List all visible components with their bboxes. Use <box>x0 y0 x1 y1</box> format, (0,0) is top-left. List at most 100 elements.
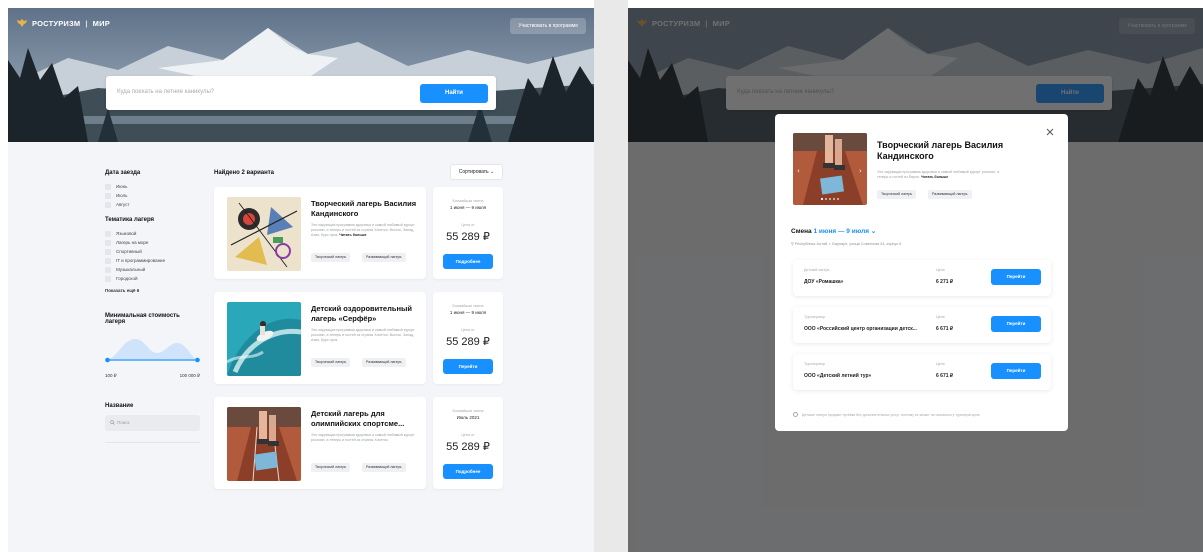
name-filter-title: Название <box>105 403 134 409</box>
go-button[interactable]: Перейти <box>991 316 1041 332</box>
organizer-row: Туроператор ООО «Детский летний тур» Цен… <box>793 354 1051 390</box>
camp-tag[interactable]: Творческий лагерь <box>877 190 917 199</box>
sort-button[interactable]: Сортировать ⌄ <box>450 164 503 180</box>
name-search-input[interactable]: Поиск <box>105 415 200 431</box>
camp-tag[interactable]: Творческий лагерь <box>311 358 351 367</box>
read-more-link[interactable]: Читать больше <box>921 175 948 179</box>
month-checkbox[interactable]: Июль <box>105 191 200 200</box>
logo[interactable]: РОСТУРИЗМ | МИР <box>16 18 110 28</box>
name-search-placeholder: Поиск <box>117 420 130 425</box>
theme-checkbox[interactable]: IT и программирование <box>105 256 200 265</box>
theme-checkbox[interactable]: Музыкальный <box>105 265 200 274</box>
camp-description: Это чарующая программа здоровья и самый … <box>311 223 419 238</box>
checkbox-icon <box>105 266 111 273</box>
organizer-type: Туроператор <box>804 362 826 366</box>
organizer-name: ООО «Российский центр организации детск.… <box>804 326 917 332</box>
camp-card[interactable]: Детский оздоровительный лагерь «Серфёр» … <box>214 292 426 384</box>
price-panel: Ближайшая смена Июль 2021 Цена от 55 289… <box>433 397 503 489</box>
camp-tag[interactable]: Творческий лагерь <box>311 463 351 472</box>
info-icon <box>793 412 798 417</box>
svg-text:›: › <box>859 167 862 175</box>
info-note: Детские лагеря продают путёвки без допол… <box>793 412 979 417</box>
range-handle-max[interactable] <box>195 357 200 363</box>
camp-detail-screen: РОСТУРИЗМ | МИР Участвовать в программе … <box>628 8 1203 552</box>
checkbox-icon <box>105 192 111 199</box>
price-max: 100 000 ₽ <box>179 373 200 378</box>
checkbox-icon <box>105 275 111 282</box>
checkbox-icon <box>105 201 111 208</box>
camp-image-surfer <box>227 302 301 376</box>
details-button[interactable]: Подробнее <box>443 254 493 269</box>
price-label: Цена от <box>461 433 475 437</box>
search-input[interactable]: Куда поехать на летние каникулы? <box>117 89 214 95</box>
theme-checkbox[interactable]: Языковой <box>105 229 200 238</box>
chevron-down-icon: ⌄ <box>490 169 495 175</box>
price-panel: Ближайшая смена 1 июня — 9 июля Цена от … <box>433 292 503 384</box>
camp-tag[interactable]: Развивающий лагерь <box>362 463 406 472</box>
close-icon[interactable] <box>1046 128 1054 136</box>
organizer-type: Туроператор <box>804 315 826 319</box>
checkbox-label: Лагерь на море <box>116 240 149 245</box>
camp-photo-carousel[interactable]: ‹ › <box>793 133 867 205</box>
organizer-price-label: Цена <box>936 315 945 319</box>
search-icon <box>110 420 115 425</box>
camp-card[interactable]: Детский лагерь для олимпийских спортсме.… <box>214 397 426 489</box>
search-button[interactable]: Найти <box>420 84 488 103</box>
read-more-link[interactable]: Читать больше <box>339 233 366 237</box>
camp-title[interactable]: Детский оздоровительный лагерь «Серфёр» <box>311 304 421 323</box>
brand-name: РОСТУРИЗМ <box>32 18 81 28</box>
range-handle-min[interactable] <box>105 357 110 363</box>
price-value: 55 289 ₽ <box>446 441 490 453</box>
month-checkbox[interactable]: Июнь <box>105 182 200 191</box>
camp-tag[interactable]: Развивающий лагерь <box>928 190 972 199</box>
month-checkbox[interactable]: Август <box>105 200 200 209</box>
camp-title[interactable]: Детский лагерь для олимпийских спортсме.… <box>311 409 421 428</box>
shift-value: 1 июня — 9 июля <box>813 228 870 235</box>
go-button[interactable]: Перейти <box>991 363 1041 379</box>
results-count: Найдено 2 варианта <box>214 170 274 176</box>
organizer-price-label: Цена <box>936 362 945 366</box>
address-text: Республика Алтай, г. Барнаул, улица Сове… <box>794 242 902 246</box>
organizer-name: ДОУ «Ромашка» <box>804 279 844 285</box>
camp-description: Это чарующая программа здоровья и самый … <box>311 433 415 442</box>
theme-filter-title: Тематика лагеря <box>105 217 155 223</box>
checkbox-label: IT и программирование <box>116 258 166 263</box>
checkbox-label: Июль <box>116 193 128 198</box>
camp-card[interactable]: Творческий лагерь Василия Кандинского Эт… <box>214 187 426 279</box>
location-pin-icon: ⚲ <box>791 242 794 246</box>
date-filter-title: Дата заезда <box>105 170 141 176</box>
price-label: Цена от <box>461 223 475 227</box>
top-bar: РОСТУРИЗМ | МИР Участвовать в программе <box>8 8 594 36</box>
checkbox-icon <box>105 239 111 246</box>
checkbox-label: Спортивный <box>116 249 142 254</box>
camp-title[interactable]: Творческий лагерь Василия Кандинского <box>311 199 421 218</box>
theme-checkbox[interactable]: Лагерь на море <box>105 238 200 247</box>
organizer-name: ООО «Детский летний тур» <box>804 373 872 379</box>
checkbox-label: Городской <box>116 276 138 281</box>
price-filter-title: Минимальная стоимость лагеря <box>105 313 180 325</box>
checkbox-icon <box>105 248 111 255</box>
modal-description: Это чарующая программа здоровья и самый … <box>877 170 1007 180</box>
info-note-text: Детские лагеря продают путёвки без допол… <box>802 412 980 417</box>
sort-label: Сортировать <box>458 169 489 175</box>
details-button[interactable]: Подробнее <box>443 464 493 479</box>
camp-tag[interactable]: Развивающий лагерь <box>362 358 406 367</box>
theme-checkbox[interactable]: Спортивный <box>105 247 200 256</box>
show-more-link[interactable]: Показать ещё 6 <box>105 288 200 293</box>
shift-dates: 1 июня — 9 июля <box>449 310 487 315</box>
go-button[interactable]: Перейти <box>991 269 1041 285</box>
theme-checkbox[interactable]: Городской <box>105 274 200 283</box>
checkbox-label: Музыкальный <box>116 267 146 272</box>
participate-button[interactable]: Участвовать в программе <box>510 18 586 34</box>
go-button[interactable]: Перейти <box>443 359 493 374</box>
shift-selector[interactable]: Смена 1 июня — 9 июля ⌄ <box>791 227 876 235</box>
shift-label: Ближайшая смена <box>452 304 484 308</box>
shift-dates: 1 июня — 9 июля <box>449 205 487 210</box>
camp-image-kandinsky <box>227 197 301 271</box>
price-min: 100 ₽ <box>105 373 117 378</box>
camp-tag[interactable]: Творческий лагерь <box>311 253 351 262</box>
shift-label: Ближайшая смена <box>452 409 484 413</box>
checkbox-label: Август <box>116 202 130 207</box>
brand-partner: МИР <box>92 18 110 28</box>
camp-tag[interactable]: Развивающий лагерь <box>362 253 406 262</box>
